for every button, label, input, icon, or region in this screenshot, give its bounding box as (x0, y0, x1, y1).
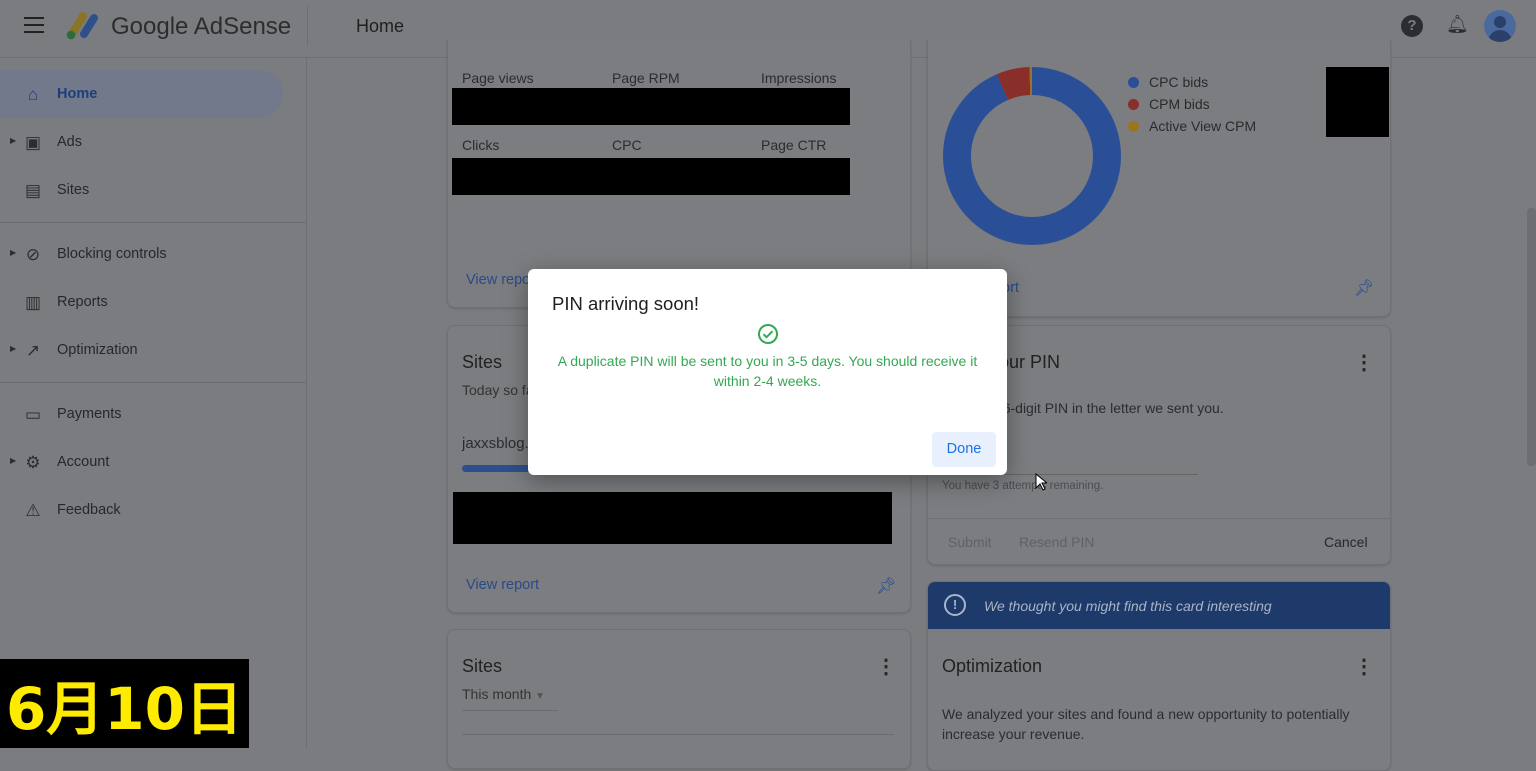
legend-swatch (1128, 98, 1139, 110)
sidebar-item-label: Ads (57, 134, 82, 150)
gear-icon: ⚙ (25, 453, 41, 472)
view-report-link[interactable]: View report (466, 577, 539, 593)
expand-caret-icon[interactable]: ▶ (10, 136, 16, 145)
metric-label: Page CTR (761, 137, 827, 153)
ads-icon: ▣ (24, 133, 42, 152)
trending-icon: ↗ (25, 341, 41, 360)
sidebar-item-home[interactable]: ⌂ Home (0, 70, 283, 118)
help-icon[interactable]: ? (1401, 15, 1423, 37)
resend-pin-button[interactable]: Resend PIN (1019, 534, 1094, 550)
chart-legend: CPC bids CPM bids Active View CPM (1128, 71, 1256, 137)
sidebar-item-feedback[interactable]: ⚠ Feedback (0, 486, 283, 534)
bell-icon[interactable]: 🔔︎ (1446, 14, 1469, 35)
expand-caret-icon[interactable]: ▶ (10, 456, 16, 465)
sidebar-item-label: Sites (57, 182, 90, 198)
redacted-block (452, 158, 850, 195)
redacted-block (1326, 67, 1389, 137)
legend-label: CPC bids (1149, 74, 1209, 90)
sites-card-monthly: Sites ⋮ This month ▼ (447, 629, 911, 769)
divider (307, 6, 308, 46)
pin-arriving-dialog: PIN arriving soon! A duplicate PIN will … (528, 269, 1007, 475)
donut-slice-cpc-bids (943, 67, 1121, 245)
block-icon: ⊘ (25, 245, 41, 264)
card-body: We analyzed your sites and found a new o… (942, 706, 1350, 742)
card-title: Sites (462, 656, 503, 676)
metric-label: Clicks (462, 137, 500, 153)
adsense-logo-icon (66, 12, 98, 40)
site-name: jaxxsblog. (462, 435, 529, 452)
legend-swatch (1128, 120, 1139, 132)
sidebar-item-label: Reports (57, 294, 108, 310)
more-vert-icon[interactable]: ⋮ (1354, 350, 1374, 375)
payments-icon: ▭ (24, 405, 42, 424)
dialog-title: PIN arriving soon! (552, 293, 700, 314)
redacted-block (452, 88, 850, 125)
sidebar-item-label: Blocking controls (57, 246, 167, 262)
expand-caret-icon[interactable]: ▶ (10, 248, 16, 257)
sidebar-item-account[interactable]: ▶ ⚙ Account (0, 438, 283, 486)
more-vert-icon[interactable]: ⋮ (876, 654, 896, 679)
metric-label: Impressions (761, 70, 837, 86)
pin-icon[interactable]: 📌︎ (1354, 278, 1374, 298)
sidebar-item-label: Account (57, 454, 110, 470)
cancel-button[interactable]: Cancel (1324, 534, 1368, 550)
sidebar-item-label: Payments (57, 406, 122, 422)
divider (0, 222, 307, 223)
menu-icon[interactable] (24, 17, 44, 33)
bar-chart-icon: ▥ (24, 293, 42, 312)
scrollbar-thumb[interactable] (1527, 208, 1536, 466)
bids-donut-chart (943, 67, 1121, 245)
interesting-banner: ! We thought you might find this card in… (928, 582, 1390, 629)
brand-name: Google AdSense (111, 13, 292, 40)
submit-button[interactable]: Submit (948, 534, 992, 550)
avatar[interactable] (1484, 10, 1516, 42)
done-button[interactable]: Done (932, 432, 996, 467)
redacted-block (453, 492, 892, 544)
card-title: Sites (462, 352, 503, 372)
sidebar-item-reports[interactable]: ▥ Reports (0, 278, 283, 326)
legend-swatch (1128, 76, 1139, 88)
sidebar-item-label: Optimization (57, 342, 138, 358)
mouse-cursor-icon (1035, 473, 1047, 491)
dropdown-arrow-icon: ▼ (535, 691, 546, 702)
legend-item: CPC bids (1128, 71, 1256, 93)
dialog-message: A duplicate PIN will be sent to you in 3… (557, 353, 978, 389)
sidebar-item-label: Home (57, 86, 98, 102)
check-circle-icon (758, 324, 778, 344)
home-icon: ⌂ (27, 85, 39, 104)
optimization-card: ! We thought you might find this card in… (927, 581, 1391, 771)
expand-caret-icon[interactable]: ▶ (10, 344, 16, 353)
page-title: Home (356, 16, 405, 36)
sidebar-item-label: Feedback (57, 502, 121, 518)
period-select[interactable]: This month ▼ (462, 686, 558, 711)
sidebar-item-ads[interactable]: ▶ ▣ Ads (0, 118, 283, 166)
sidebar-item-blocking-controls[interactable]: ▶ ⊘ Blocking controls (0, 230, 283, 278)
sidebar-item-sites[interactable]: ▤ Sites (0, 166, 283, 214)
attempts-hint: You have 3 attempts remaining. (942, 480, 1104, 492)
sidebar-item-optimization[interactable]: ▶ ↗ Optimization (0, 326, 283, 374)
legend-item: Active View CPM (1128, 115, 1256, 137)
sidebar: ⌂ Home ▶ ▣ Ads ▤ Sites ▶ ⊘ Blocking controls ▥… (0, 58, 307, 748)
pin-icon[interactable]: 📌︎ (876, 576, 896, 596)
metric-label: CPC (612, 137, 642, 153)
legend-label: CPM bids (1149, 96, 1210, 112)
date-overlay: 6月10日 (0, 659, 249, 748)
feedback-icon: ⚠ (25, 501, 41, 520)
performance-card: Page views Page RPM Impressions Clicks C… (447, 40, 911, 308)
legend-item: CPM bids (1128, 93, 1256, 115)
banner-text: We thought you might find this card inte… (984, 598, 1272, 614)
legend-label: Active View CPM (1149, 118, 1257, 134)
card-title: Optimization (942, 656, 1043, 676)
period-value: This month (462, 686, 532, 702)
sidebar-item-payments[interactable]: ▭ Payments (0, 390, 283, 438)
more-vert-icon[interactable]: ⋮ (1354, 654, 1374, 679)
metric-label: Page views (462, 70, 534, 86)
divider (928, 518, 1390, 519)
divider (0, 382, 307, 383)
sites-icon: ▤ (24, 181, 42, 200)
period-select[interactable]: Today so far (462, 382, 538, 398)
divider (462, 734, 894, 735)
alert-badge-icon: ! (944, 594, 966, 616)
metric-label: Page RPM (612, 70, 680, 86)
